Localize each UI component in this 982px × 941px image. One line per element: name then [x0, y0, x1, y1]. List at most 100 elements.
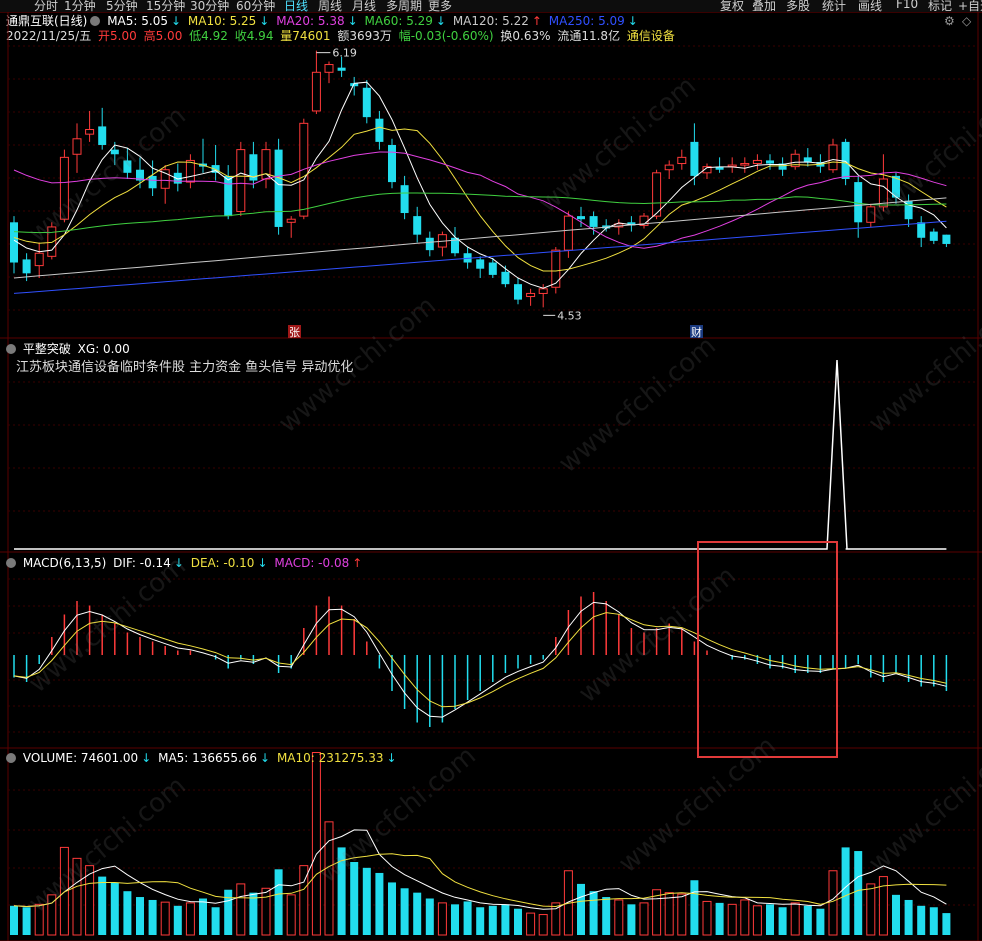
- volume-bar-up: [828, 870, 838, 936]
- volume-bar-up: [639, 902, 649, 936]
- candle-body-down: [476, 259, 485, 269]
- candle-body-up: [286, 218, 296, 223]
- candle-body-down: [514, 284, 522, 300]
- volume-bar-down: [778, 907, 787, 935]
- indicator-series: [14, 359, 947, 550]
- up-arrow-icon: ↑: [352, 556, 363, 570]
- volume-bar-up: [34, 903, 44, 936]
- candle-body-up: [85, 129, 95, 135]
- candle-body-up: [740, 163, 750, 166]
- volume-bar-up: [740, 899, 750, 936]
- volume-header: VOLUME: 74601.00 ↓ MA5: 136655.66 ↓ MA10: …: [6, 751, 400, 765]
- price-annotations: 6.19 4.53 张 财: [288, 47, 703, 339]
- indicator-xg: XG: 0.00: [77, 342, 130, 356]
- volume-bar-up: [324, 821, 334, 936]
- volume-bar-down: [98, 876, 107, 935]
- volume-bar-down: [136, 897, 144, 935]
- ma250-line: [13, 220, 947, 294]
- macd-header: MACD(6,13,5) DIF: -0.14 ↓ DEA: -0.10 ↓ MAC…: [6, 556, 365, 570]
- volume-bar-up: [752, 905, 762, 936]
- ma20-line: [13, 151, 947, 249]
- macd-title[interactable]: MACD(6,13,5): [23, 556, 107, 570]
- volume-bar-up: [727, 903, 737, 936]
- volume-bar-down: [400, 888, 409, 935]
- candle-body-up: [72, 138, 82, 155]
- volume-bar-down: [211, 907, 220, 935]
- candle-body-down: [148, 175, 157, 189]
- volume-bar-down: [577, 883, 585, 935]
- candle-body-down: [917, 222, 926, 238]
- candle-body-down: [854, 182, 863, 223]
- candle-body-up: [34, 252, 44, 267]
- volume-bar-up: [702, 900, 712, 936]
- indicator-title[interactable]: 平整突破: [23, 342, 71, 356]
- down-arrow-icon: ↓: [257, 556, 268, 570]
- candle-body-down: [501, 271, 510, 285]
- volume-bar-down: [123, 891, 132, 935]
- volume-bar-up: [437, 902, 447, 936]
- highlight-box: [697, 541, 838, 758]
- volume-bar-down: [224, 889, 233, 935]
- volume-bar-down: [892, 894, 900, 935]
- min-price-label: 4.53: [557, 309, 582, 322]
- volume-bar-down: [841, 847, 850, 935]
- candlestick-series: [10, 50, 951, 308]
- zhang-tag: 张: [289, 326, 300, 339]
- candle-body-up: [677, 156, 687, 165]
- candle-body-down: [274, 149, 283, 227]
- kline-chart: 6.19 4.53 张 财: [0, 12, 982, 941]
- settings-circle-icon[interactable]: [6, 753, 16, 763]
- candle-body-up: [727, 164, 737, 168]
- volume-series: [10, 752, 951, 936]
- volume-bar-down: [766, 904, 774, 935]
- volume-bar-down: [942, 913, 951, 935]
- candle-body-up: [59, 156, 69, 220]
- volume-bar-down: [917, 905, 926, 935]
- volume-ma5: MA5: 136655.66: [158, 751, 258, 765]
- down-arrow-icon: ↓: [386, 751, 397, 765]
- max-price-label: 6.19: [332, 47, 357, 60]
- volume-bar-up: [261, 887, 271, 936]
- volume-bar-down: [589, 891, 598, 935]
- candle-body-down: [110, 149, 119, 155]
- volume-bar-down: [476, 907, 485, 935]
- volume-bar-up: [236, 883, 246, 936]
- settings-circle-icon[interactable]: [6, 558, 16, 568]
- macd-dea: DEA: -0.10: [190, 556, 255, 570]
- down-arrow-icon: ↓: [260, 751, 271, 765]
- volume-ma10-line: [13, 853, 947, 908]
- volume-bar-up: [866, 883, 876, 936]
- volume-bar-up: [614, 899, 624, 936]
- candle-body-down: [929, 231, 938, 241]
- candle-body-down: [425, 237, 434, 251]
- candle-body-down: [577, 216, 585, 220]
- candle-body-down: [123, 160, 132, 173]
- volume-bar-down: [199, 898, 207, 935]
- macd-value: MACD: -0.08: [274, 556, 350, 570]
- volume-bar-up: [160, 901, 170, 936]
- indicator-header: 平整突破 XG: 0.00: [6, 342, 133, 356]
- volume-bar-up: [311, 752, 321, 936]
- candle-body-down: [413, 216, 422, 235]
- volume-bar-down: [602, 897, 611, 935]
- volume-bar-down: [451, 904, 459, 935]
- candle-body-up: [47, 226, 57, 257]
- volume-bar-down: [929, 907, 938, 935]
- candle-body-up: [236, 149, 246, 212]
- volume-bar-down: [110, 882, 119, 935]
- volume-bar-down: [375, 872, 384, 935]
- volume-bar-down: [173, 905, 182, 935]
- volume-bar-down: [388, 882, 396, 935]
- volume-bar-up: [664, 892, 674, 936]
- candle-body-up: [311, 71, 321, 112]
- candle-body-up: [563, 215, 573, 251]
- candle-body-down: [841, 141, 850, 179]
- volume-title[interactable]: VOLUME: 74601.00: [23, 751, 138, 765]
- candle-body-up: [866, 206, 876, 223]
- candle-body-up: [752, 159, 762, 165]
- volume-bar-down: [22, 907, 31, 935]
- candle-body-up: [828, 144, 838, 171]
- volume-bar-down: [148, 899, 157, 935]
- candle-body-up: [652, 172, 662, 217]
- settings-circle-icon[interactable]: [6, 344, 16, 354]
